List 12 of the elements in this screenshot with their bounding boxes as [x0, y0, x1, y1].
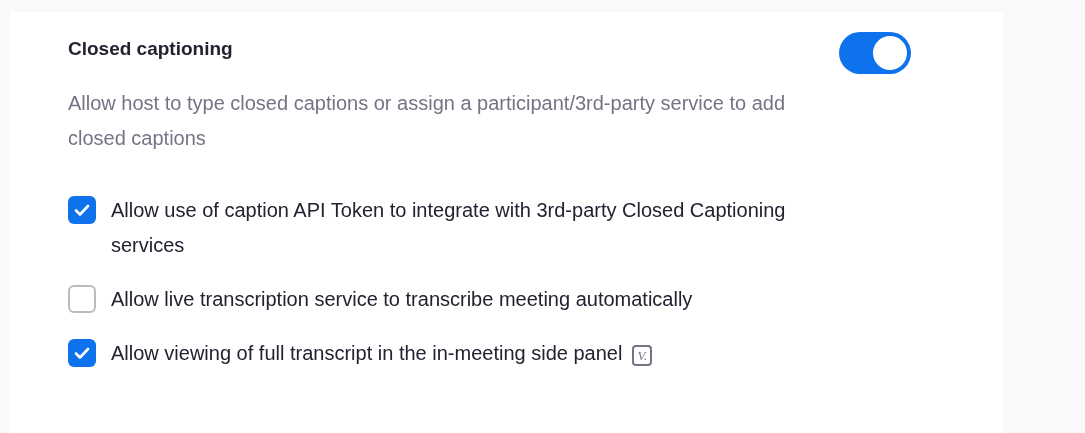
option-label: Allow live transcription service to transcribe meeting automatically [111, 287, 693, 312]
option-label: Allow use of caption API Token to integrate with 3rd-party Closed Captioning services [111, 198, 787, 258]
check-icon [74, 203, 90, 217]
checkbox[interactable] [68, 196, 96, 224]
checkbox[interactable] [68, 285, 96, 313]
option-label: Allow viewing of full transcript in the in-meeting side panel [111, 341, 623, 366]
setting-description: Allow host to type closed captions or assign a participant/3rd-party service to add closed captions [68, 91, 787, 151]
version-badge: V. [632, 345, 652, 366]
check-icon [74, 346, 90, 360]
checkbox[interactable] [68, 339, 96, 367]
setting-title: Closed captioning [68, 37, 233, 61]
toggle-switch[interactable] [839, 32, 911, 74]
